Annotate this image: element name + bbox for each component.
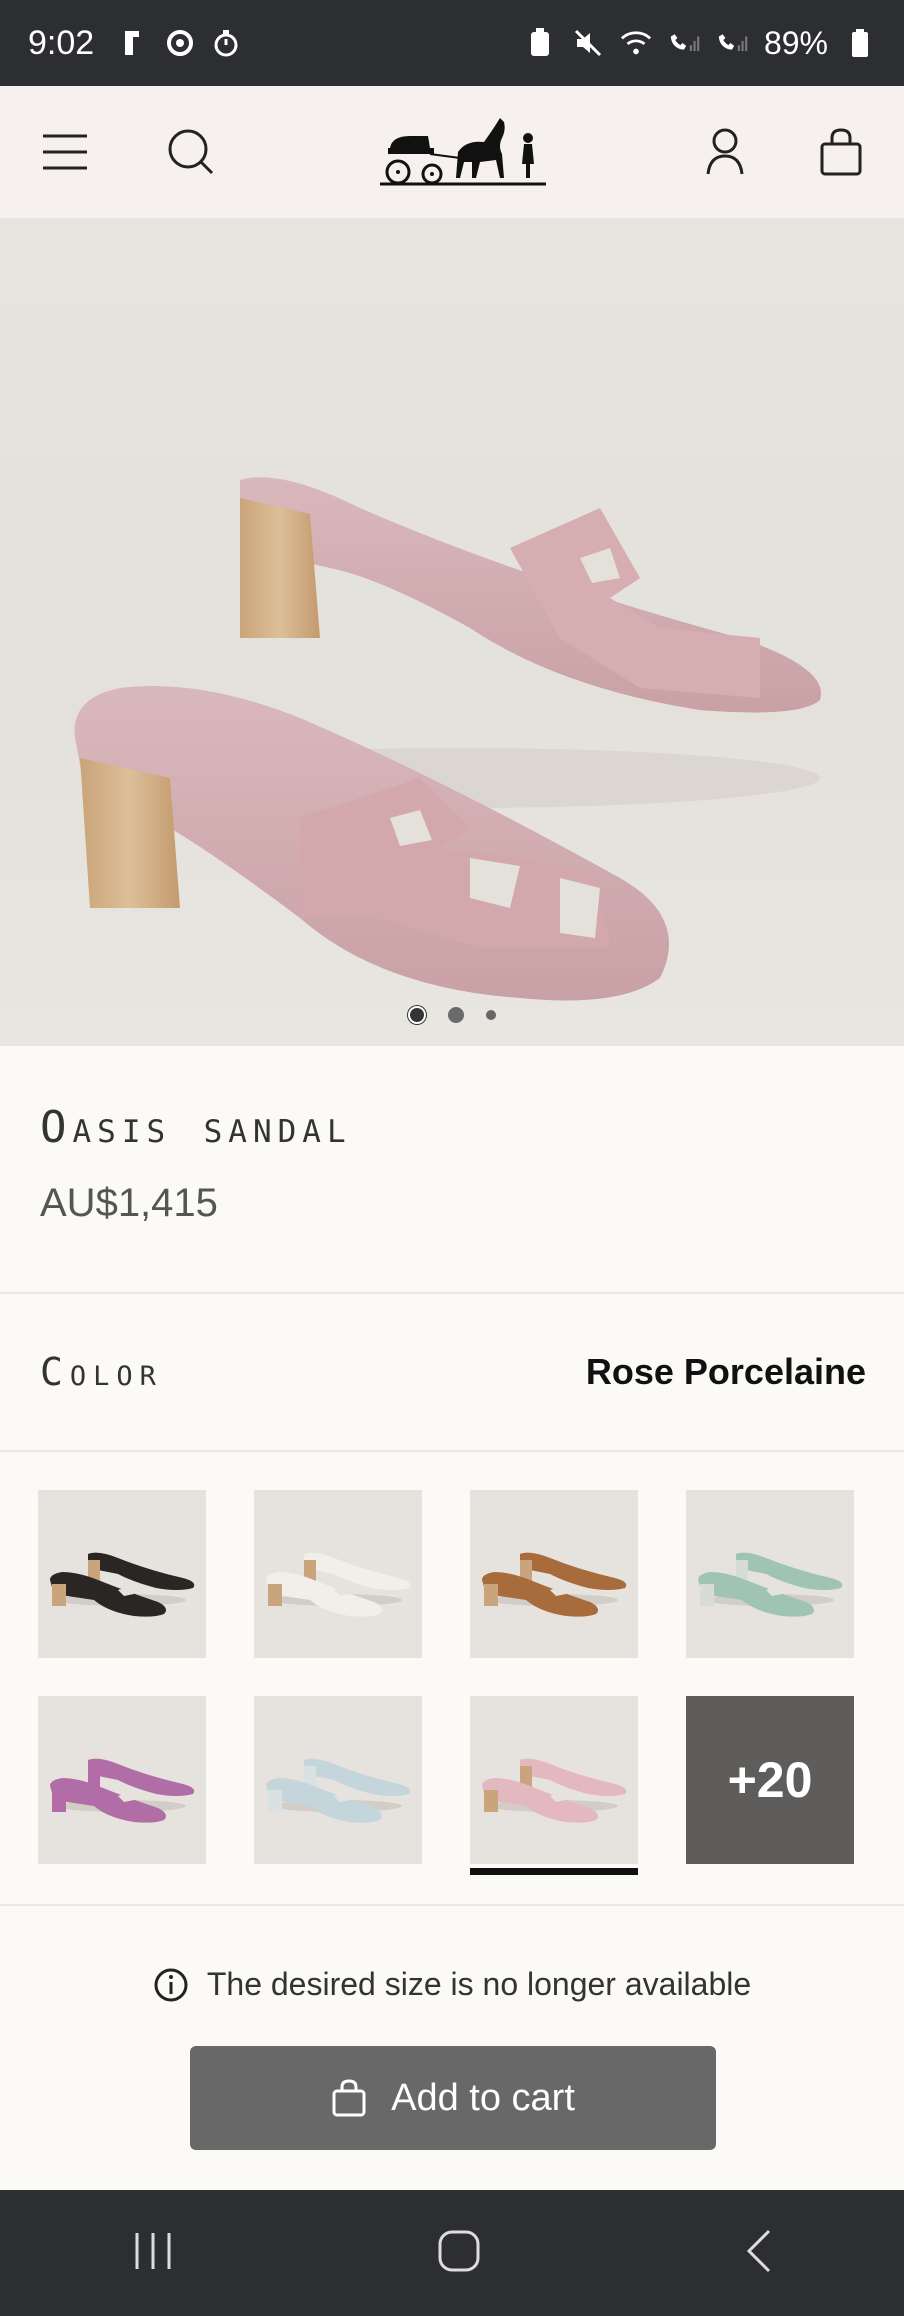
chrome-icon — [164, 27, 196, 59]
color-swatch-gold[interactable] — [470, 1490, 638, 1658]
battery-saver-icon — [524, 27, 556, 59]
cart-bag-button[interactable] — [796, 86, 886, 218]
wifi-call-icon — [620, 27, 652, 59]
search-icon — [168, 129, 214, 175]
color-swatch-white[interactable] — [254, 1490, 422, 1658]
carousel-dot-1[interactable] — [408, 1006, 426, 1024]
menu-button[interactable] — [20, 86, 110, 218]
site-header — [0, 86, 904, 218]
search-button[interactable] — [146, 86, 236, 218]
system-nav-bar — [0, 2190, 904, 2316]
color-swatch-black[interactable] — [38, 1490, 206, 1658]
home-button[interactable] — [437, 2229, 481, 2278]
back-icon — [746, 2229, 771, 2272]
color-swatch-mint[interactable] — [686, 1490, 854, 1658]
brand-logo[interactable] — [380, 108, 546, 198]
status-bar: 9:02 89% — [0, 0, 904, 86]
add-to-cart-button[interactable]: Add to cart — [190, 2046, 716, 2150]
battery-percent: 89% — [763, 24, 828, 61]
selected-swatch-indicator — [470, 1868, 638, 1875]
color-selector-row: Color Rose Porcelaine — [0, 1294, 904, 1450]
user-icon — [706, 128, 744, 175]
hamburger-icon — [43, 134, 87, 170]
signal-1-icon — [668, 27, 700, 59]
add-to-cart-label: Add to cart — [391, 2076, 575, 2119]
carousel-indicator — [0, 1006, 904, 1024]
account-button[interactable] — [680, 86, 770, 218]
app-notification-icon — [118, 27, 150, 59]
divider — [0, 1904, 904, 1906]
product-info: Oasis sandal AU$1,415 — [0, 1046, 904, 1292]
mute-icon — [572, 27, 604, 59]
carousel-dot-3[interactable] — [486, 1010, 496, 1020]
availability-notice: The desired size is no longer available — [0, 1966, 904, 2003]
recent-apps-icon — [135, 2232, 171, 2269]
carousel-dot-2[interactable] — [448, 1007, 464, 1023]
product-image — [74, 477, 821, 1001]
carriage-logo-icon — [380, 118, 546, 186]
shopping-bag-icon — [332, 2079, 366, 2117]
selected-color-name: Rose Porcelaine — [585, 1351, 866, 1392]
color-swatch-light-blue[interactable] — [254, 1696, 422, 1864]
home-icon — [438, 2230, 480, 2271]
signal-2-icon — [716, 27, 748, 59]
info-icon — [154, 1968, 188, 2001]
status-time: 9:02 — [28, 23, 95, 62]
product-image-carousel[interactable] — [0, 218, 904, 1046]
product-price: AU$1,415 — [40, 1181, 218, 1225]
divider — [0, 1450, 904, 1452]
color-swatch-rose-porcelaine[interactable] — [470, 1696, 638, 1864]
availability-text: The desired size is no longer available — [206, 1966, 752, 2002]
timer-icon — [210, 27, 242, 59]
recent-apps-button[interactable] — [131, 2231, 175, 2276]
battery-icon — [844, 27, 876, 59]
more-colors-count: +20 — [727, 1752, 813, 1808]
more-colors-button[interactable]: +20 — [686, 1696, 854, 1864]
color-label: Color — [40, 1350, 163, 1394]
shopping-bag-icon — [820, 128, 862, 176]
back-button[interactable] — [743, 2229, 773, 2278]
product-title: Oasis sandal — [40, 1102, 352, 1153]
color-swatch-purple[interactable] — [38, 1696, 206, 1864]
